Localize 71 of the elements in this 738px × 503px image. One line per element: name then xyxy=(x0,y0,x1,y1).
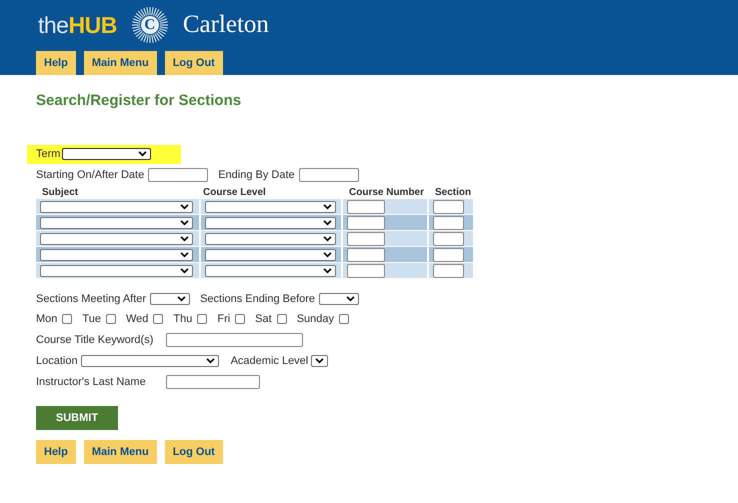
column-header: Course Level xyxy=(202,186,267,198)
input-field[interactable] xyxy=(433,232,464,246)
input-field[interactable] xyxy=(148,168,208,182)
nav-button[interactable]: Main Menu xyxy=(84,440,157,464)
day-label: Sunday xyxy=(296,313,334,325)
dropdown[interactable] xyxy=(319,293,360,305)
input-field[interactable] xyxy=(166,333,303,347)
chevron-icon xyxy=(323,220,332,226)
day-label: Wed xyxy=(126,313,148,325)
input-field[interactable] xyxy=(347,248,385,262)
field-label: Location xyxy=(36,355,78,367)
checkbox[interactable] xyxy=(339,314,349,324)
column-header: Section xyxy=(434,186,472,198)
field-label: Term xyxy=(36,148,60,160)
field-label: Instructor's Last Name xyxy=(36,376,147,388)
chevron-icon xyxy=(323,236,332,242)
input-field[interactable] xyxy=(347,216,385,230)
day-label: Tue xyxy=(82,313,101,325)
day-label: Mon xyxy=(36,313,58,325)
checkbox[interactable] xyxy=(153,314,164,324)
day-label: Thu xyxy=(173,313,192,325)
input-field[interactable] xyxy=(347,264,385,278)
checkbox[interactable] xyxy=(197,314,208,324)
input-field[interactable] xyxy=(433,200,464,214)
nav-button[interactable]: Help xyxy=(36,440,76,464)
dropdown[interactable] xyxy=(311,355,328,367)
nav-button[interactable]: Main Menu xyxy=(84,51,157,75)
page-title: Search/Register for Sections xyxy=(36,92,242,109)
checkbox[interactable] xyxy=(235,314,246,324)
field-label: Course Title Keyword(s) xyxy=(36,334,154,346)
column-header: Subject xyxy=(41,186,80,198)
nav-button[interactable]: Log Out xyxy=(164,440,223,464)
dropdown[interactable] xyxy=(150,293,190,305)
submit-button[interactable]: SUBMIT xyxy=(36,406,118,430)
input-field[interactable] xyxy=(166,375,260,389)
hub-logo: theHUB xyxy=(38,12,117,38)
field-label: Starting On/After Date xyxy=(36,169,144,181)
nav-button[interactable]: Help xyxy=(36,51,76,75)
input-field[interactable] xyxy=(347,200,385,214)
field-label: Academic Level xyxy=(230,355,308,367)
chevron-icon xyxy=(206,358,215,364)
checkbox[interactable] xyxy=(106,314,116,324)
chevron-icon xyxy=(323,268,332,274)
day-label: Fri xyxy=(217,313,230,325)
chevron-icon xyxy=(180,204,189,210)
input-field[interactable] xyxy=(298,168,359,182)
seal-logo: C xyxy=(130,6,169,44)
field-label: Ending By Date xyxy=(218,169,295,181)
checkbox[interactable] xyxy=(62,314,72,324)
chevron-icon xyxy=(180,252,189,258)
chevron-icon xyxy=(177,296,186,302)
day-label: Sat xyxy=(255,313,272,325)
institution-name: Carleton xyxy=(182,11,269,39)
nav-button[interactable]: Log Out xyxy=(164,51,223,75)
chevron-icon xyxy=(323,204,332,210)
chevron-icon xyxy=(138,151,147,157)
input-field[interactable] xyxy=(347,232,385,246)
chevron-icon xyxy=(346,296,356,302)
input-field[interactable] xyxy=(433,248,464,262)
column-header: Course Number xyxy=(348,186,426,198)
dropdown[interactable] xyxy=(62,148,151,160)
input-field[interactable] xyxy=(433,264,464,278)
field-label: Sections Ending Before xyxy=(200,293,316,305)
chevron-icon xyxy=(180,220,189,226)
field-label: Sections Meeting After xyxy=(36,293,146,305)
chevron-icon xyxy=(180,236,189,242)
chevron-icon xyxy=(180,268,189,274)
checkbox[interactable] xyxy=(276,314,287,324)
chevron-icon xyxy=(323,252,332,258)
input-field[interactable] xyxy=(433,216,464,230)
chevron-icon xyxy=(315,358,324,364)
